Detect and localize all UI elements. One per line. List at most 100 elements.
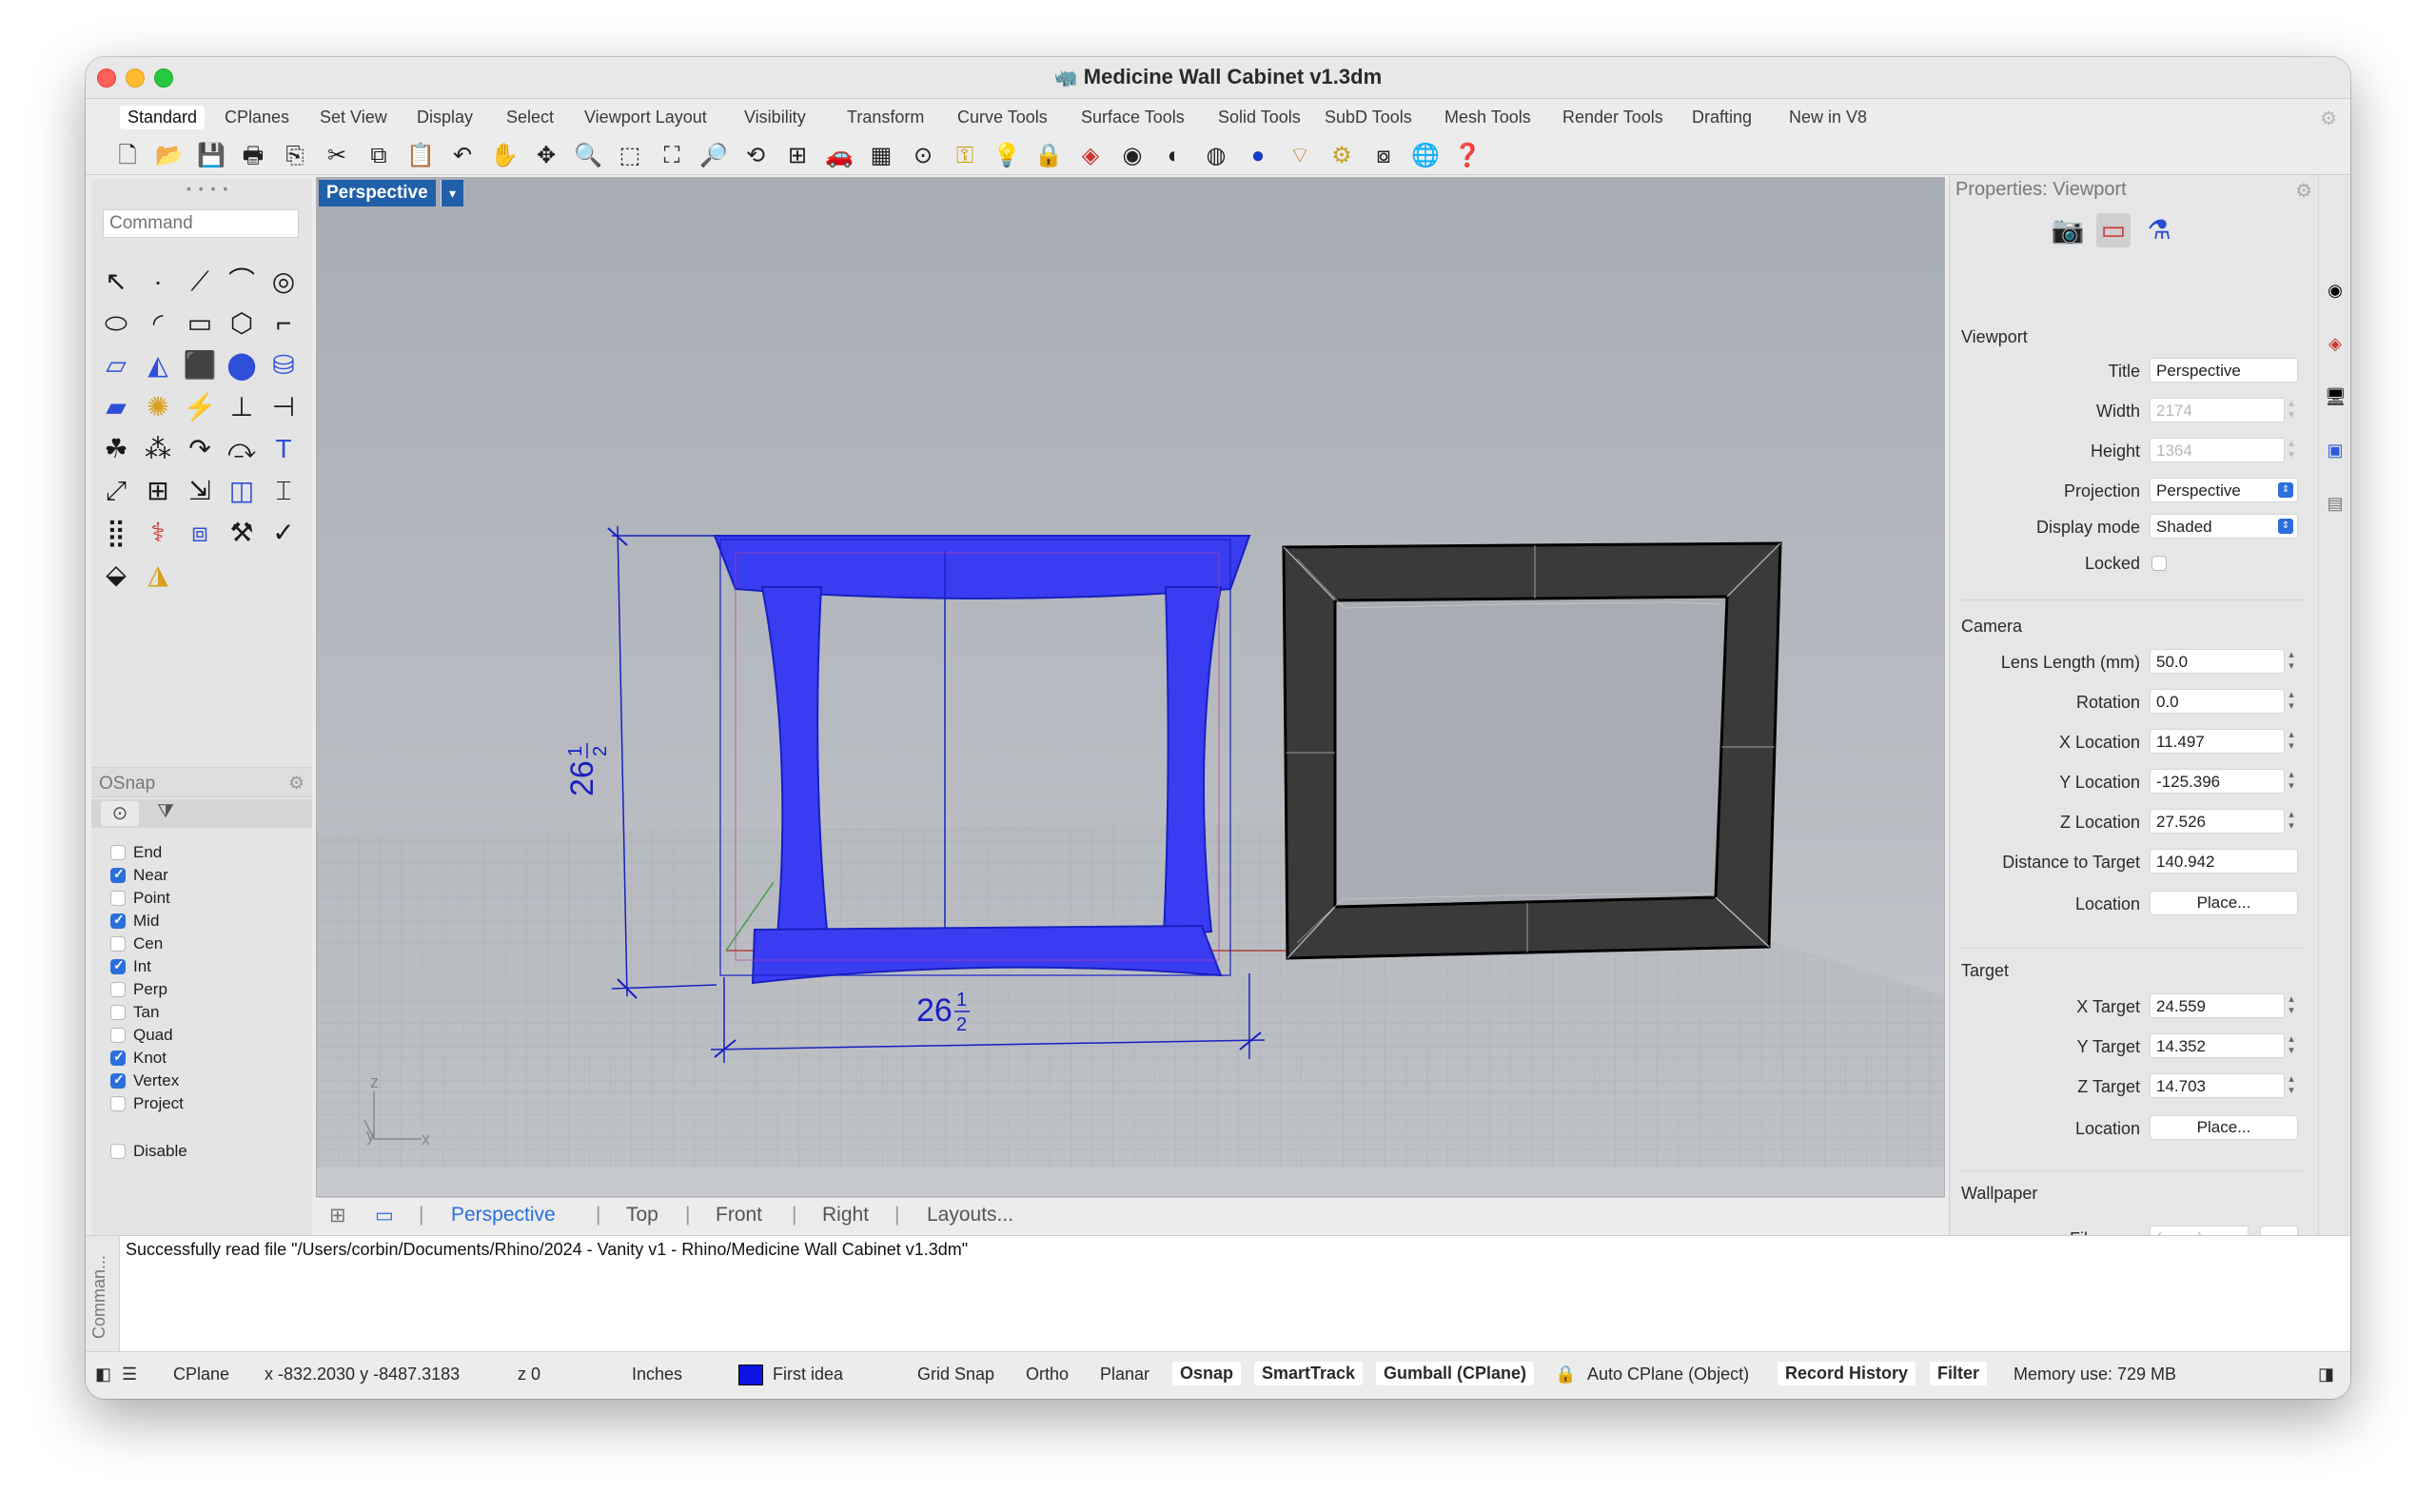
z-target-field[interactable]: 14.703 xyxy=(2150,1073,2285,1098)
osnap-item-mid[interactable]: Mid xyxy=(110,912,159,934)
osnap-checkbox-mid[interactable] xyxy=(110,912,126,929)
rotate-view-icon[interactable]: ✥ xyxy=(531,141,561,171)
filter-toggle[interactable]: Filter xyxy=(1930,1362,1988,1385)
analyze-icon[interactable]: ⚕ xyxy=(139,514,177,552)
osnap-checkbox-tan[interactable] xyxy=(110,1004,126,1020)
extrude-curve-icon[interactable]: ◭ xyxy=(139,346,177,384)
boolean-icon[interactable]: ☘ xyxy=(97,430,135,468)
y-target-stepper[interactable]: ▴ ▾ xyxy=(2285,1033,2298,1058)
width-stepper[interactable]: ▴ ▾ xyxy=(2285,398,2298,422)
render-props-icon[interactable]: ⚗ xyxy=(2142,213,2176,247)
tab-surface-tools[interactable]: Surface Tools xyxy=(1073,106,1192,129)
polygon-icon[interactable]: ⬡ xyxy=(223,304,261,343)
camera-place-button[interactable]: Place... xyxy=(2150,891,2298,915)
help-panel-icon[interactable]: ▣ xyxy=(2325,440,2346,461)
light-bulb-icon[interactable]: 💡 xyxy=(992,141,1022,171)
osnap-item-perp[interactable]: Perp xyxy=(110,980,167,1003)
box-icon[interactable]: ⬛ xyxy=(181,346,219,384)
osnap-item-quad[interactable]: Quad xyxy=(110,1026,173,1049)
osnap-filter-tab-icon[interactable]: ⧩ xyxy=(147,801,185,826)
osnap-disable-checkbox[interactable] xyxy=(110,1143,126,1159)
osnap-item-cen[interactable]: Cen xyxy=(110,934,163,957)
polyline-icon[interactable]: ⟋ xyxy=(181,263,219,301)
osnap-item-tan[interactable]: Tan xyxy=(110,1003,159,1026)
command-history-side-tab[interactable]: Comman... xyxy=(86,1236,120,1352)
osnap-target-tab-icon[interactable]: ⊙ xyxy=(101,801,139,826)
projection-select[interactable]: Perspective ⇕ xyxy=(2150,478,2298,502)
unroll-icon[interactable]: ⧈ xyxy=(181,514,219,552)
move-icon[interactable]: ⤢ xyxy=(97,472,135,510)
osnap-item-end[interactable]: End xyxy=(110,843,162,866)
tab-perspective[interactable]: Perspective xyxy=(451,1204,556,1227)
mesh-object-icon[interactable]: ⬙ xyxy=(97,556,135,594)
help-icon[interactable]: ❓ xyxy=(1452,141,1483,171)
select-arrow-icon[interactable]: ↖ xyxy=(97,263,135,301)
lens-length-stepper[interactable]: ▴ ▾ xyxy=(2285,649,2298,674)
osnap-checkbox-project[interactable] xyxy=(110,1095,126,1111)
rendered-sphere-icon[interactable]: ● xyxy=(1243,141,1273,171)
osnap-checkbox-knot[interactable] xyxy=(110,1049,126,1066)
auto-cplane-toggle[interactable]: Auto CPlane (Object) xyxy=(1587,1365,1749,1384)
x-location-field[interactable]: 11.497 xyxy=(2150,729,2285,754)
tab-visibility[interactable]: Visibility xyxy=(737,106,814,129)
z-location-stepper[interactable]: ▴ ▾ xyxy=(2285,809,2298,834)
undo-view-icon[interactable]: ⟲ xyxy=(740,141,771,171)
dimension-icon[interactable]: ⌶ xyxy=(265,472,303,510)
text-icon[interactable]: T xyxy=(265,430,303,468)
print-icon[interactable]: 🖶 xyxy=(238,141,268,171)
scale-icon[interactable]: ⇲ xyxy=(181,472,219,510)
perspective-viewport[interactable]: 26 1 2 26 1 2 z y x Perspective ▾ xyxy=(316,177,1945,1197)
osnap-checkbox-perp[interactable] xyxy=(110,981,126,997)
copy-icon[interactable]: ⧉ xyxy=(363,141,394,171)
target-place-button[interactable]: Place... xyxy=(2150,1115,2298,1140)
status-units[interactable]: Inches xyxy=(632,1365,682,1384)
command-input[interactable] xyxy=(103,209,299,238)
render-sphere-icon[interactable]: ◍ xyxy=(1201,141,1231,171)
osnap-checkbox-near[interactable] xyxy=(110,866,126,883)
point-icon[interactable]: · xyxy=(139,263,177,301)
four-viewports-icon[interactable]: ⊞ xyxy=(782,141,813,171)
height-stepper[interactable]: ▴ ▾ xyxy=(2285,438,2298,462)
osnap-checkbox-int[interactable] xyxy=(110,957,126,974)
group-icon[interactable]: ⁂ xyxy=(139,430,177,468)
y-target-field[interactable]: 14.352 xyxy=(2150,1033,2285,1058)
tab-right[interactable]: Right xyxy=(822,1204,869,1227)
cut-icon[interactable]: ✂ xyxy=(322,141,352,171)
osnap-checkbox-quad[interactable] xyxy=(110,1027,126,1043)
car-named-views-icon[interactable]: 🚗 xyxy=(824,141,855,171)
rectangle-icon[interactable]: ▭ xyxy=(181,304,219,343)
snapshot-icon[interactable]: ⧇ xyxy=(1368,141,1399,171)
layer-icon[interactable]: ◈ xyxy=(1075,141,1106,171)
record-history-toggle[interactable]: Record History xyxy=(1778,1362,1916,1385)
tab-new-in-v8[interactable]: New in V8 xyxy=(1781,106,1875,129)
tab-solid-tools[interactable]: Solid Tools xyxy=(1210,106,1308,129)
cube-transform-icon[interactable]: ◫ xyxy=(223,472,261,510)
join-curve-icon[interactable]: ↷ xyxy=(181,430,219,468)
osnap-disable-row[interactable]: Disable xyxy=(110,1142,187,1165)
osnap-item-int[interactable]: Int xyxy=(110,957,151,980)
osnap-item-point[interactable]: Point xyxy=(110,889,170,912)
tab-drafting[interactable]: Drafting xyxy=(1684,106,1759,129)
sphere-icon[interactable]: ⬤ xyxy=(223,346,261,384)
zoom-selected-icon[interactable]: 🔎 xyxy=(698,141,729,171)
layers-panel-icon[interactable]: ◈ xyxy=(2325,333,2346,354)
surface-from-points-icon[interactable]: ▱ xyxy=(97,346,135,384)
paste-icon[interactable]: 📋 xyxy=(405,141,436,171)
layer-color-swatch[interactable] xyxy=(738,1365,763,1385)
tab-render-tools[interactable]: Render Tools xyxy=(1555,106,1671,129)
grid-array-icon[interactable]: ⣿ xyxy=(97,514,135,552)
osnap-icon[interactable]: ⊙ xyxy=(908,141,938,171)
split-icon[interactable]: ⚡ xyxy=(181,388,219,426)
planar-toggle[interactable]: Planar xyxy=(1100,1365,1149,1384)
viewport-menu-chevron-down-icon[interactable]: ▾ xyxy=(441,180,463,206)
lock-icon[interactable]: 🔒 xyxy=(1033,141,1064,171)
y-location-field[interactable]: -125.396 xyxy=(2150,769,2285,794)
array-icon[interactable]: ⊞ xyxy=(139,472,177,510)
list-icon[interactable]: ☰ xyxy=(122,1365,137,1384)
shaded-sphere-icon[interactable]: ◐ xyxy=(1159,141,1189,171)
display-panel-icon[interactable]: 🖥 xyxy=(2325,386,2347,407)
display-mode-select[interactable]: Shaded ⇕ xyxy=(2150,514,2298,539)
tab-select[interactable]: Select xyxy=(499,106,561,129)
select-filter-icon[interactable]: ⚿ xyxy=(950,141,980,171)
zoom-extents-icon[interactable]: ⛶ xyxy=(657,141,687,171)
